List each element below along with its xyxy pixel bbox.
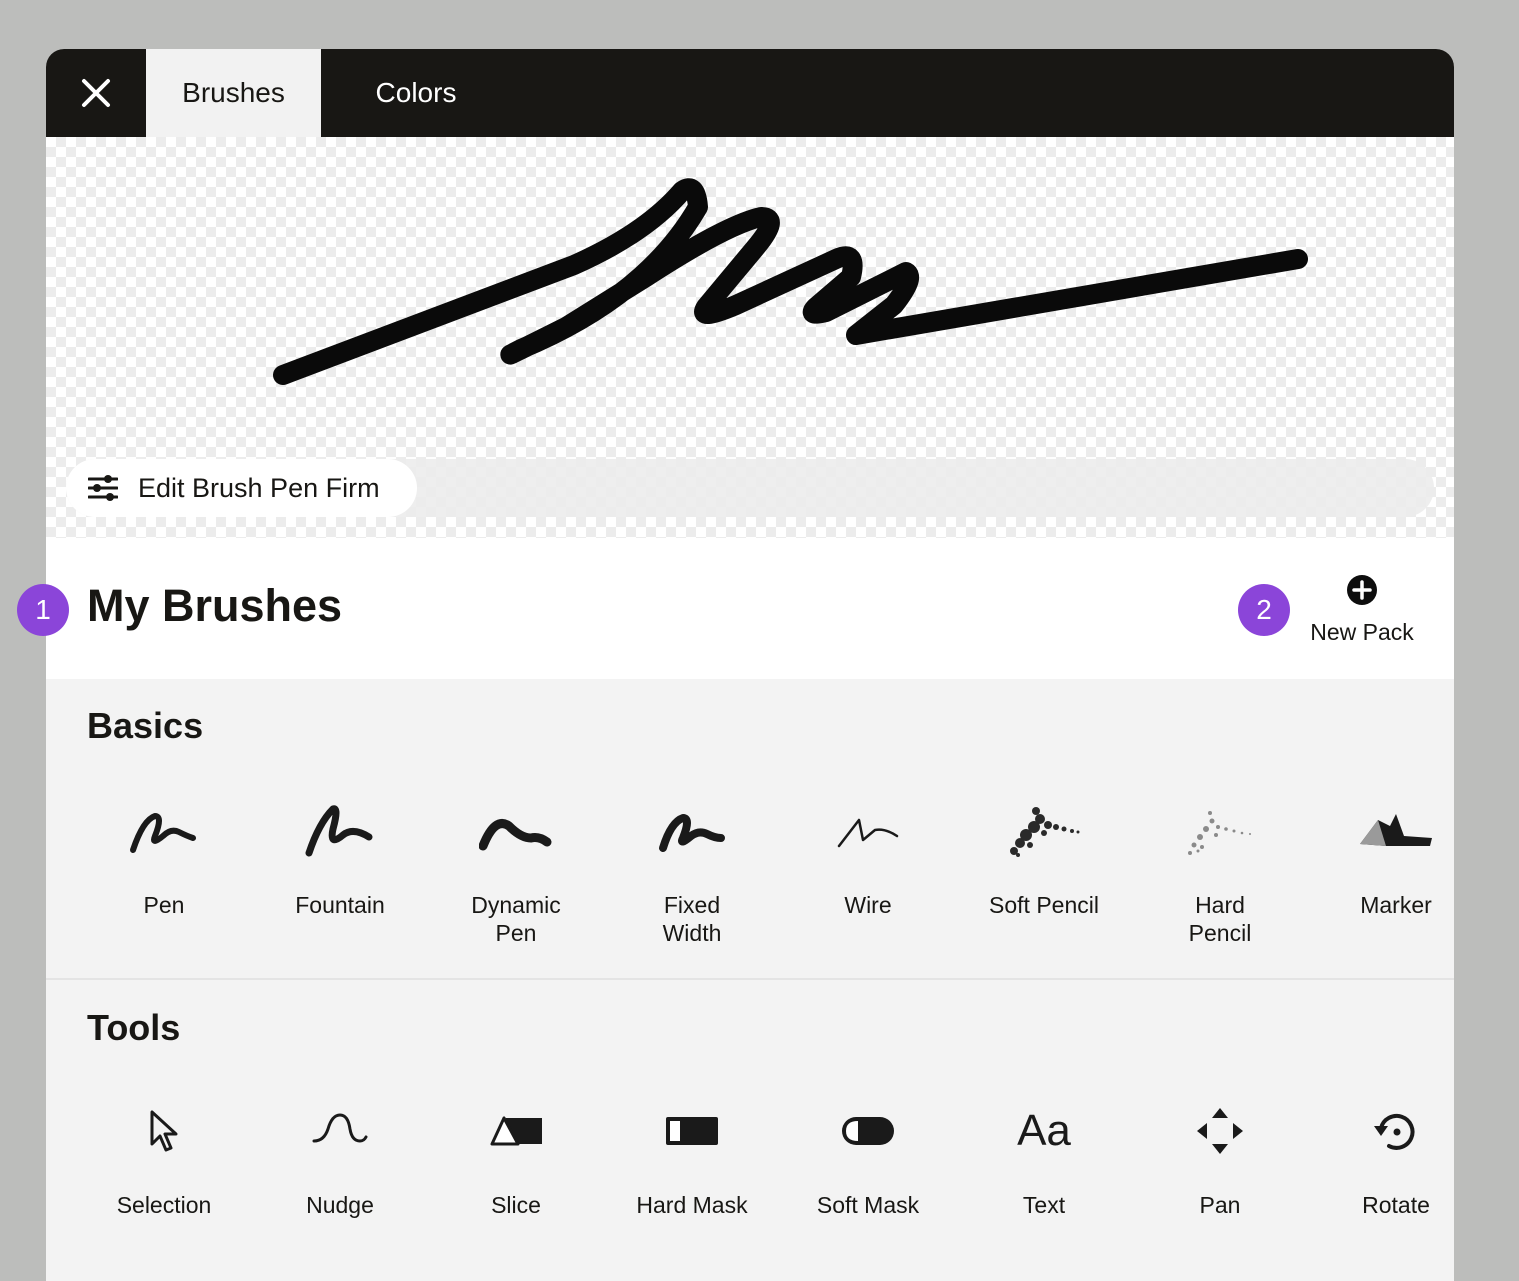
tool-label: Selection bbox=[116, 1192, 212, 1218]
brushes-panel: Brushes Colors Edit Brush Pen Firm My Br… bbox=[46, 49, 1454, 1281]
rotate-icon bbox=[1374, 1113, 1415, 1150]
brush-label: Marker bbox=[1360, 892, 1432, 918]
annotation-badge-1: 1 bbox=[17, 584, 69, 636]
brush-dynamic-pen[interactable]: Dynamic Pen bbox=[428, 791, 604, 947]
tab-colors[interactable]: Colors bbox=[321, 49, 511, 137]
tool-text[interactable]: Aa Text bbox=[956, 1091, 1132, 1219]
brush-label: Dynamic Pen bbox=[471, 892, 561, 946]
brush-soft-pencil[interactable]: Soft Pencil bbox=[956, 791, 1132, 919]
slice-icon bbox=[490, 1116, 542, 1146]
tool-label: Rotate bbox=[1362, 1192, 1430, 1218]
plus-circle-icon bbox=[1347, 575, 1377, 605]
edit-brush-label: Edit Brush Pen Firm bbox=[138, 472, 380, 503]
tool-label: Text bbox=[1022, 1192, 1066, 1218]
tool-label: Slice bbox=[491, 1192, 541, 1218]
tool-nudge[interactable]: Nudge bbox=[252, 1091, 428, 1219]
top-bar: Brushes Colors bbox=[46, 49, 1454, 137]
brush-marker[interactable]: Marker bbox=[1308, 791, 1454, 919]
my-brushes-title: My Brushes bbox=[87, 580, 343, 631]
new-pack-label: New Pack bbox=[1310, 619, 1414, 645]
brush-preview: Edit Brush Pen Firm bbox=[46, 137, 1454, 538]
tool-label: Pan bbox=[1199, 1192, 1241, 1218]
annotation-badge-2: 2 bbox=[1238, 584, 1290, 636]
section-divider bbox=[46, 978, 1454, 980]
soft-mask-icon bbox=[842, 1117, 894, 1145]
basics-title: Basics bbox=[87, 705, 204, 746]
new-pack-button[interactable]: New Pack bbox=[1304, 574, 1420, 646]
edit-brush-button[interactable]: Edit Brush Pen Firm bbox=[66, 459, 417, 517]
soft-pencil-brush-icon bbox=[1010, 807, 1080, 857]
pen-brush-icon bbox=[130, 813, 196, 853]
tool-rotate[interactable]: Rotate bbox=[1308, 1091, 1454, 1219]
tools-title: Tools bbox=[87, 1007, 181, 1048]
tool-slice[interactable]: Slice bbox=[428, 1091, 604, 1219]
hard-pencil-brush-icon bbox=[1188, 811, 1251, 855]
hard-mask-icon bbox=[666, 1117, 718, 1145]
nudge-icon bbox=[312, 1113, 368, 1143]
brush-wire[interactable]: Wire bbox=[780, 791, 956, 919]
dynamic-pen-brush-icon bbox=[479, 819, 552, 851]
fountain-brush-icon bbox=[305, 805, 373, 857]
fixed-width-brush-icon bbox=[659, 814, 725, 852]
brush-label: Soft Pencil bbox=[989, 892, 1099, 918]
close-button[interactable] bbox=[46, 49, 146, 137]
brush-label: Fountain bbox=[295, 892, 385, 918]
brush-label: Fixed Width bbox=[662, 892, 722, 946]
tool-label: Soft Mask bbox=[816, 1192, 920, 1218]
pan-icon bbox=[1197, 1108, 1243, 1154]
close-icon bbox=[82, 79, 110, 107]
text-icon: Aa bbox=[1017, 1106, 1071, 1155]
brush-fixed-width[interactable]: Fixed Width bbox=[604, 791, 780, 947]
tab-brushes[interactable]: Brushes bbox=[146, 49, 321, 137]
brush-label: Pen bbox=[143, 892, 185, 918]
brush-stroke-preview bbox=[273, 178, 1308, 385]
brush-pen[interactable]: Pen bbox=[76, 791, 252, 919]
tool-selection[interactable]: Selection bbox=[76, 1091, 252, 1219]
cursor-icon bbox=[150, 1110, 178, 1152]
brush-label: Wire bbox=[844, 892, 892, 918]
wire-brush-icon bbox=[837, 818, 899, 848]
tool-label: Hard Mask bbox=[636, 1192, 748, 1218]
brush-label: Hard Pencil bbox=[1188, 892, 1252, 946]
brush-hard-pencil[interactable]: Hard Pencil bbox=[1132, 791, 1308, 947]
marker-brush-icon bbox=[1360, 814, 1432, 846]
tool-hard-mask[interactable]: Hard Mask bbox=[604, 1091, 780, 1219]
sliders-icon bbox=[88, 475, 118, 501]
tool-soft-mask[interactable]: Soft Mask bbox=[780, 1091, 956, 1219]
tool-pan[interactable]: Pan bbox=[1132, 1091, 1308, 1219]
tool-label: Nudge bbox=[306, 1192, 374, 1218]
brush-fountain[interactable]: Fountain bbox=[252, 791, 428, 919]
